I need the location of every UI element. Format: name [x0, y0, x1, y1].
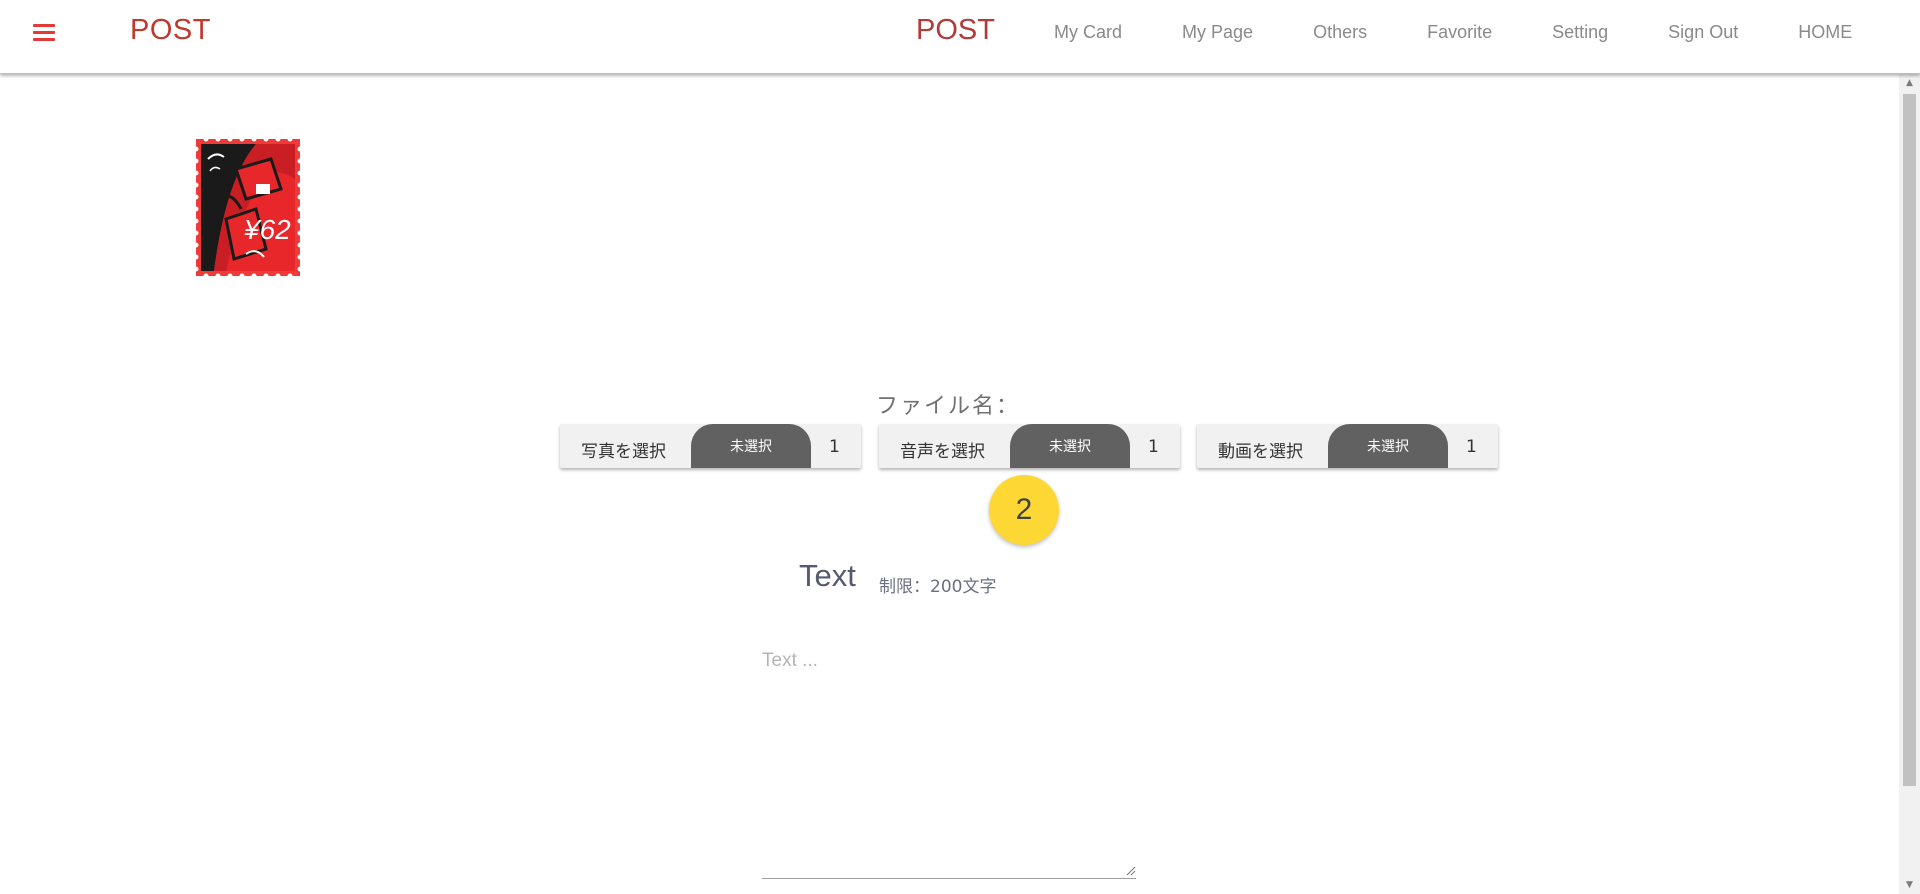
text-limit-label: 制限：200文字 [879, 577, 997, 597]
nav-links: My Card My Page Others Favorite Setting … [1054, 22, 1852, 43]
brand-logo[interactable]: POST [130, 14, 211, 47]
photo-status-pill: 未選択 [691, 424, 811, 468]
nav-link-my-card[interactable]: My Card [1054, 22, 1122, 43]
nav-link-others[interactable]: Others [1313, 22, 1367, 43]
nav-link-home[interactable]: HOME [1798, 22, 1852, 43]
filename-label: ファイル名： [876, 394, 1021, 419]
select-audio-label: 音声を選択 [900, 442, 985, 462]
vertical-scrollbar[interactable]: ▲ ▼ [1899, 74, 1920, 894]
select-video-button[interactable]: 動画を選択 未選択 1 [1197, 424, 1498, 468]
select-audio-button[interactable]: 音声を選択 未選択 1 [879, 424, 1180, 468]
text-input[interactable] [762, 636, 1136, 876]
video-count: 1 [1466, 437, 1477, 457]
photo-count: 1 [829, 437, 840, 457]
nav-link-my-page[interactable]: My Page [1182, 22, 1253, 43]
nav-post-title[interactable]: POST [916, 14, 995, 47]
audio-status-pill: 未選択 [1010, 424, 1130, 468]
step-badge: 2 [989, 475, 1059, 545]
svg-text:¥62: ¥62 [244, 214, 291, 245]
scrollbar-thumb[interactable] [1903, 94, 1916, 786]
hamburger-menu-icon[interactable] [30, 22, 58, 44]
resize-grip-icon[interactable] [1126, 866, 1136, 876]
scroll-down-arrow-icon[interactable]: ▼ [1899, 876, 1920, 894]
audio-count: 1 [1148, 437, 1159, 457]
text-heading: Text [799, 558, 856, 593]
select-video-label: 動画を選択 [1218, 442, 1303, 462]
video-status-pill: 未選択 [1328, 424, 1448, 468]
nav-link-sign-out[interactable]: Sign Out [1668, 22, 1738, 43]
scroll-up-arrow-icon[interactable]: ▲ [1899, 74, 1920, 92]
nav-link-favorite[interactable]: Favorite [1427, 22, 1492, 43]
text-area-container [762, 636, 1136, 879]
stamp-image: ¥62 [196, 139, 300, 276]
select-photo-label: 写真を選択 [581, 442, 666, 462]
top-navbar: POST POST My Card My Page Others Favorit… [0, 0, 1920, 74]
select-photo-button[interactable]: 写真を選択 未選択 1 [560, 424, 861, 468]
nav-link-setting[interactable]: Setting [1552, 22, 1608, 43]
